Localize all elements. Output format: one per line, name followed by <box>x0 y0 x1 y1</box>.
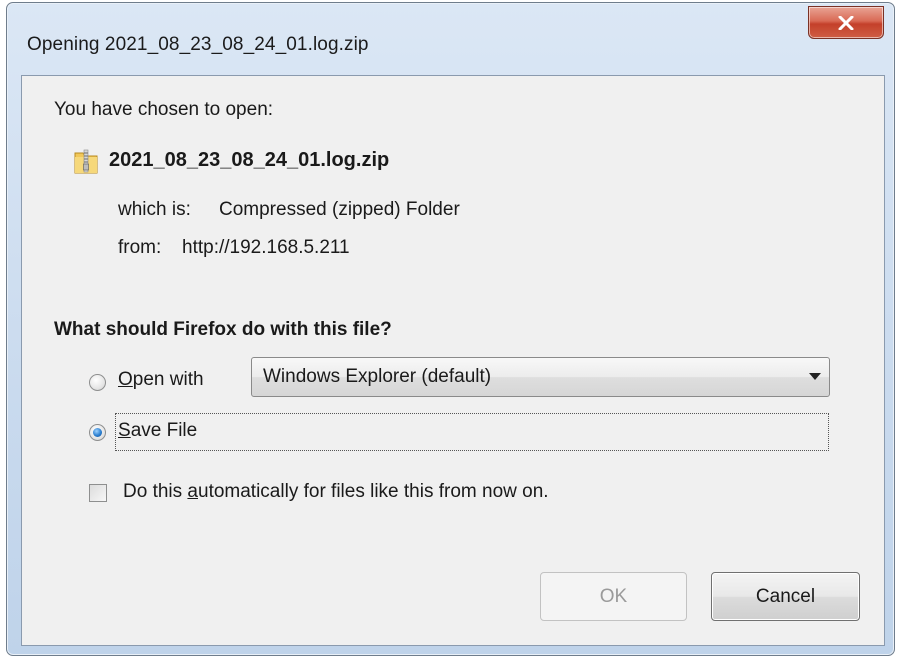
close-button[interactable] <box>808 6 884 39</box>
action-question: What should Firefox do with this file? <box>54 319 392 340</box>
save-file-label-text: ave File <box>130 420 198 441</box>
file-type-label: which is: <box>118 199 191 220</box>
auto-label-accesskey: a <box>187 481 198 502</box>
ok-button[interactable]: OK <box>540 572 687 621</box>
open-with-accesskey: O <box>118 369 133 390</box>
source-url: http://192.168.5.211 <box>182 237 350 258</box>
open-with-app-value: Windows Explorer (default) <box>263 366 492 387</box>
source-label: from: <box>118 237 162 258</box>
save-file-radio[interactable] <box>89 424 106 441</box>
auto-action-checkbox[interactable] <box>89 484 107 502</box>
open-with-radio[interactable] <box>89 374 106 391</box>
file-name: 2021_08_23_08_24_01.log.zip <box>109 149 390 171</box>
zip-folder-icon <box>74 149 98 174</box>
close-icon <box>838 15 854 30</box>
auto-label-post: utomatically for files like this from no… <box>198 481 549 502</box>
title-bar[interactable]: Opening 2021_08_23_08_24_01.log.zip <box>7 3 894 75</box>
cancel-button[interactable]: Cancel <box>711 572 860 621</box>
dialog-window: Opening 2021_08_23_08_24_01.log.zip You … <box>6 2 895 656</box>
intro-text: You have chosen to open: <box>54 99 274 120</box>
dialog-content: You have chosen to open: 2021_08_23_08_2… <box>21 75 885 646</box>
auto-label-pre: Do this <box>123 481 188 502</box>
auto-action-label[interactable]: Do this automatically for files like thi… <box>123 481 549 503</box>
open-with-dropdown[interactable]: Windows Explorer (default) <box>251 357 830 397</box>
window-title: Opening 2021_08_23_08_24_01.log.zip <box>27 34 369 55</box>
save-file-focus-box[interactable]: Save File <box>115 413 829 451</box>
open-with-label-text: pen with <box>132 369 204 390</box>
file-type-value: Compressed (zipped) Folder <box>219 199 460 220</box>
save-file-label: Save File <box>118 420 197 442</box>
open-with-label[interactable]: Open with <box>118 369 204 391</box>
save-file-accesskey: S <box>118 420 131 441</box>
chevron-down-icon <box>809 373 821 380</box>
